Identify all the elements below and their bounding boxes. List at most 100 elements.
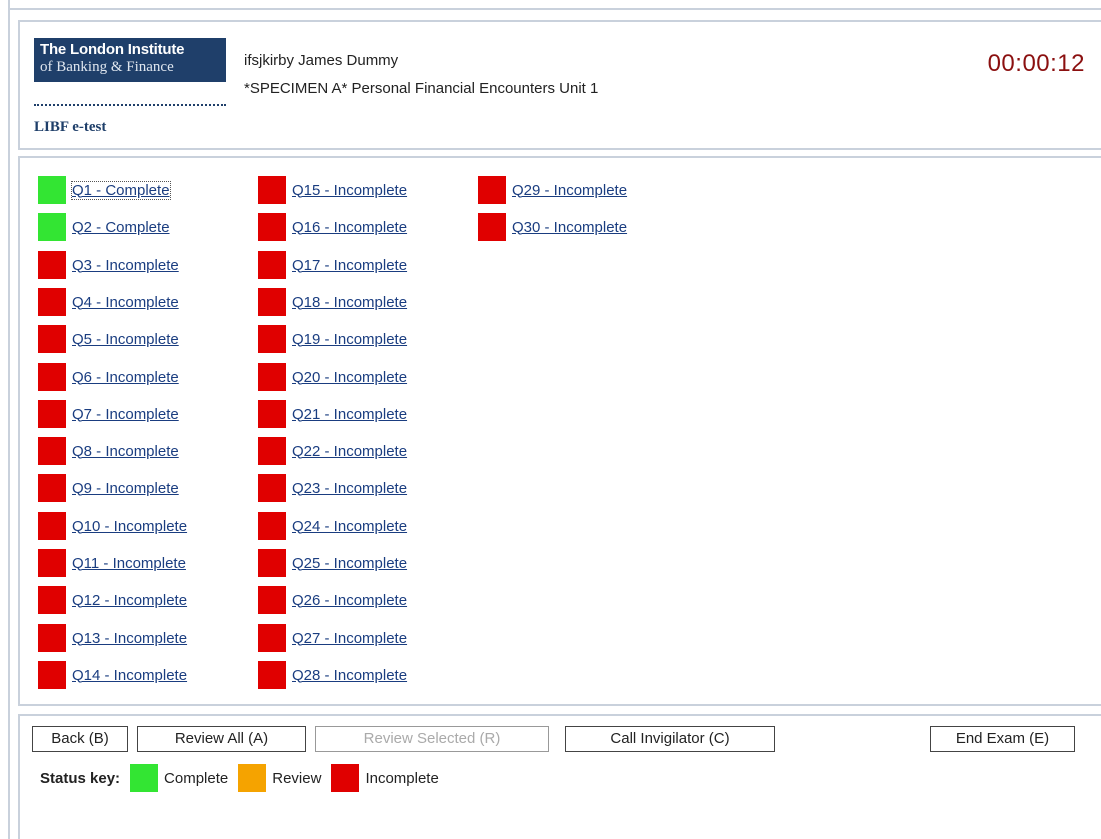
- question-link[interactable]: Q12 - Incomplete: [72, 592, 187, 609]
- question-item[interactable]: Q14 - Incomplete: [38, 661, 187, 689]
- question-link[interactable]: Q10 - Incomplete: [72, 518, 187, 535]
- question-status-indicator: [478, 213, 506, 241]
- question-status-indicator: [258, 549, 286, 577]
- logo-line1: The London Institute: [40, 41, 185, 58]
- question-item[interactable]: Q3 - Incomplete: [38, 251, 179, 279]
- question-status-indicator: [258, 474, 286, 502]
- question-link[interactable]: Q23 - Incomplete: [292, 480, 407, 497]
- call-invigilator-button[interactable]: Call Invigilator (C): [565, 726, 775, 752]
- question-item[interactable]: Q21 - Incomplete: [258, 400, 407, 428]
- question-item[interactable]: Q4 - Incomplete: [38, 288, 179, 316]
- question-item[interactable]: Q20 - Incomplete: [258, 363, 407, 391]
- question-status-indicator: [38, 624, 66, 652]
- review-selected-button[interactable]: Review Selected (R): [315, 726, 549, 752]
- question-item[interactable]: Q11 - Incomplete: [38, 549, 186, 577]
- end-exam-button[interactable]: End Exam (E): [930, 726, 1075, 752]
- question-item[interactable]: Q25 - Incomplete: [258, 549, 407, 577]
- question-status-indicator: [38, 251, 66, 279]
- review-swatch: [238, 764, 267, 792]
- question-status-indicator: [258, 251, 286, 279]
- question-item[interactable]: Q6 - Incomplete: [38, 363, 179, 391]
- question-link[interactable]: Q19 - Incomplete: [292, 331, 407, 348]
- question-link[interactable]: Q13 - Incomplete: [72, 630, 187, 647]
- question-item[interactable]: Q15 - Incomplete: [258, 176, 407, 204]
- question-status-indicator: [258, 325, 286, 353]
- exam-timer: 00:00:12: [987, 50, 1085, 77]
- candidate-name: ifsjkirby James Dummy: [244, 52, 399, 69]
- question-status-indicator: [258, 661, 286, 689]
- question-link[interactable]: Q26 - Incomplete: [292, 592, 407, 609]
- question-status-indicator: [38, 661, 66, 689]
- question-status-indicator: [38, 586, 66, 614]
- question-status-indicator: [38, 512, 66, 540]
- question-link[interactable]: Q27 - Incomplete: [292, 630, 407, 647]
- review-all-button[interactable]: Review All (A): [137, 726, 306, 752]
- question-link[interactable]: Q25 - Incomplete: [292, 555, 407, 572]
- question-item[interactable]: Q30 - Incomplete: [478, 213, 627, 241]
- question-link[interactable]: Q29 - Incomplete: [512, 182, 627, 199]
- question-item[interactable]: Q2 - Complete: [38, 213, 170, 241]
- question-status-indicator: [258, 586, 286, 614]
- question-status-indicator: [38, 176, 66, 204]
- question-item[interactable]: Q13 - Incomplete: [38, 624, 187, 652]
- question-link[interactable]: Q15 - Incomplete: [292, 182, 407, 199]
- question-item[interactable]: Q16 - Incomplete: [258, 213, 407, 241]
- review-key-text: Review: [272, 769, 322, 787]
- question-link[interactable]: Q30 - Incomplete: [512, 219, 627, 236]
- question-link[interactable]: Q16 - Incomplete: [292, 219, 407, 236]
- question-item[interactable]: Q19 - Incomplete: [258, 325, 407, 353]
- question-item[interactable]: Q23 - Incomplete: [258, 474, 407, 502]
- question-status-indicator: [38, 213, 66, 241]
- question-link[interactable]: Q8 - Incomplete: [72, 443, 179, 460]
- question-status-indicator: [38, 437, 66, 465]
- question-item[interactable]: Q10 - Incomplete: [38, 512, 187, 540]
- question-link[interactable]: Q17 - Incomplete: [292, 257, 407, 274]
- question-link[interactable]: Q14 - Incomplete: [72, 667, 187, 684]
- question-list-panel: Q1 - Complete Q2 - Complete Q3 - Incomplet…: [18, 156, 1101, 706]
- question-link[interactable]: Q22 - Incomplete: [292, 443, 407, 460]
- question-item[interactable]: Q7 - Incomplete: [38, 400, 179, 428]
- question-item[interactable]: Q26 - Incomplete: [258, 586, 407, 614]
- question-item[interactable]: Q12 - Incomplete: [38, 586, 187, 614]
- question-link[interactable]: Q9 - Incomplete: [72, 480, 179, 497]
- question-item[interactable]: Q1 - Complete: [38, 176, 171, 204]
- question-link[interactable]: Q2 - Complete: [72, 219, 170, 236]
- question-item[interactable]: Q28 - Incomplete: [258, 661, 407, 689]
- question-status-indicator: [258, 400, 286, 428]
- question-item[interactable]: Q9 - Incomplete: [38, 474, 179, 502]
- question-item[interactable]: Q17 - Incomplete: [258, 251, 407, 279]
- question-link[interactable]: Q20 - Incomplete: [292, 369, 407, 386]
- question-link[interactable]: Q21 - Incomplete: [292, 406, 407, 423]
- question-item[interactable]: Q27 - Incomplete: [258, 624, 407, 652]
- question-status-indicator: [38, 325, 66, 353]
- exam-title: *SPECIMEN A* Personal Financial Encounte…: [244, 80, 599, 97]
- question-link[interactable]: Q11 - Incomplete: [72, 555, 186, 572]
- exam-footer: Back (B) Review All (A) Review Selected …: [18, 714, 1101, 839]
- question-item[interactable]: Q24 - Incomplete: [258, 512, 407, 540]
- logo-divider: [34, 104, 226, 106]
- question-link[interactable]: Q24 - Incomplete: [292, 518, 407, 535]
- question-status-indicator: [38, 363, 66, 391]
- question-link[interactable]: Q7 - Incomplete: [72, 406, 179, 423]
- question-status-indicator: [478, 176, 506, 204]
- question-link[interactable]: Q4 - Incomplete: [72, 294, 179, 311]
- question-item[interactable]: Q8 - Incomplete: [38, 437, 179, 465]
- question-link[interactable]: Q28 - Incomplete: [292, 667, 407, 684]
- back-button[interactable]: Back (B): [32, 726, 128, 752]
- question-item[interactable]: Q18 - Incomplete: [258, 288, 407, 316]
- question-link[interactable]: Q1 - Complete: [71, 180, 171, 200]
- question-link[interactable]: Q5 - Incomplete: [72, 331, 179, 348]
- question-status-indicator: [38, 549, 66, 577]
- question-link[interactable]: Q18 - Incomplete: [292, 294, 407, 311]
- question-status-indicator: [258, 512, 286, 540]
- status-key: Status key: Complete Review Incomplete: [40, 764, 449, 792]
- question-item[interactable]: Q29 - Incomplete: [478, 176, 627, 204]
- question-link[interactable]: Q6 - Incomplete: [72, 369, 179, 386]
- question-link[interactable]: Q3 - Incomplete: [72, 257, 179, 274]
- window-border-top: [8, 8, 1101, 10]
- question-status-indicator: [258, 288, 286, 316]
- question-status-indicator: [38, 474, 66, 502]
- question-item[interactable]: Q5 - Incomplete: [38, 325, 179, 353]
- logo-line2: of Banking & Finance: [40, 59, 174, 75]
- question-item[interactable]: Q22 - Incomplete: [258, 437, 407, 465]
